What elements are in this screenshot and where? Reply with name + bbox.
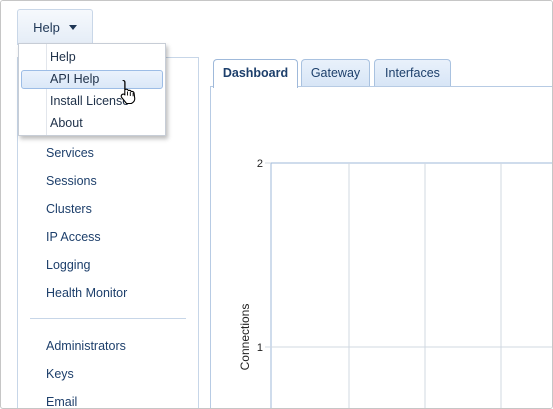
sidebar-item-logging[interactable]: Logging [46, 258, 91, 272]
sidebar-item-clusters[interactable]: Clusters [46, 202, 92, 216]
sidebar-item-administrators[interactable]: Administrators [46, 339, 126, 353]
sidebar-divider [30, 318, 186, 319]
tab-interfaces[interactable]: Interfaces [374, 59, 451, 87]
sidebar-item-services[interactable]: Services [46, 146, 94, 160]
help-menu-label: Help [33, 20, 60, 35]
menu-item-about[interactable]: About [21, 114, 163, 133]
connections-chart: 2 1 Connections [238, 158, 552, 408]
sidebar-item-email[interactable]: Email [46, 395, 77, 408]
y-tick-label: 2 [257, 158, 263, 170]
menu-item-install-license[interactable]: Install License [21, 92, 163, 111]
help-dropdown-menu: Help API Help Install License About [18, 43, 166, 136]
sidebar-item-ip-access[interactable]: IP Access [46, 230, 101, 244]
tab-dashboard[interactable]: Dashboard [213, 59, 298, 88]
sidebar-item-sessions[interactable]: Sessions [46, 174, 97, 188]
menu-item-help[interactable]: Help [21, 48, 163, 67]
app-window: Help Services Sessions Clusters IP Acces… [0, 0, 553, 409]
sidebar-item-keys[interactable]: Keys [46, 367, 74, 381]
y-axis-label: Connections [238, 304, 252, 371]
y-tick-label: 1 [257, 342, 263, 354]
chart-grid [265, 162, 552, 408]
chevron-down-icon [68, 25, 77, 30]
help-menu-button[interactable]: Help [17, 9, 93, 45]
hand-pointer-icon [120, 79, 136, 105]
sidebar-item-health-monitor[interactable]: Health Monitor [46, 286, 127, 300]
tab-gateway[interactable]: Gateway [301, 59, 370, 87]
menu-item-api-help[interactable]: API Help [21, 70, 163, 89]
